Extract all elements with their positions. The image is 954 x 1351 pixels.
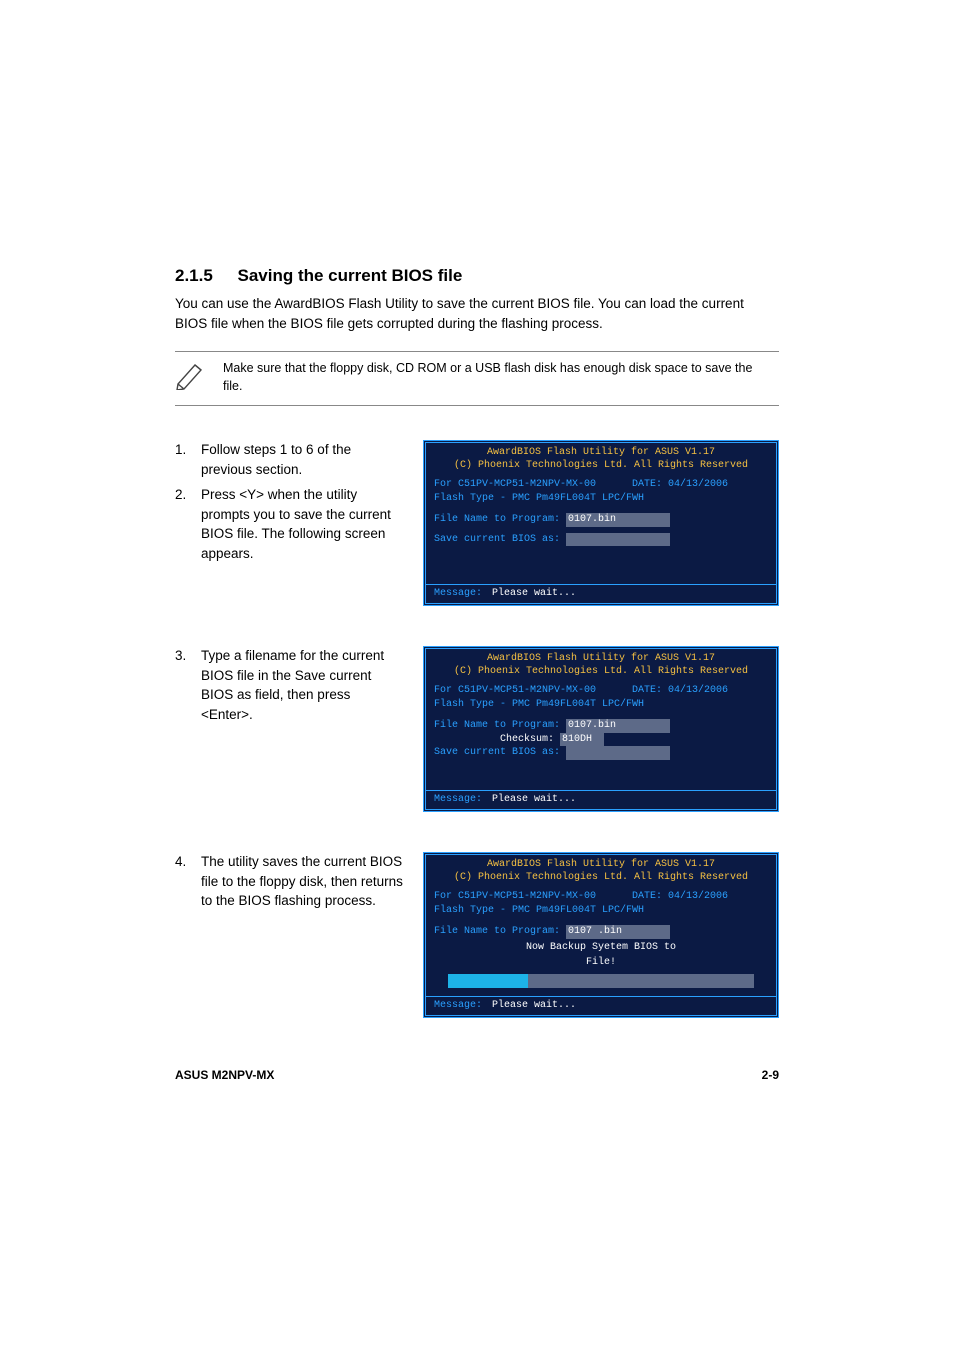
note-text: Make sure that the floppy disk, CD ROM o… [215, 360, 779, 395]
bios-date: DATE: 04/13/2006 [632, 479, 728, 490]
bios-message-label: Message: [434, 1000, 482, 1011]
step-number: 1. [175, 440, 201, 479]
bios-message-label: Message: [434, 588, 482, 599]
bios-date: DATE: 04/13/2006 [632, 891, 728, 902]
bios-save-label: Save current BIOS as: [434, 534, 560, 545]
step-text: Type a filename for the current BIOS fil… [201, 646, 405, 724]
section-title: Saving the current BIOS file [237, 266, 462, 285]
section-heading: 2.1.5 Saving the current BIOS file [175, 260, 779, 288]
step-number: 3. [175, 646, 201, 724]
bios-backup-line2: File! [434, 954, 768, 970]
bios-screen-3: AwardBIOS Flash Utility for ASUS V1.17 (… [423, 852, 779, 1018]
bios-file-label: File Name to Program: [434, 514, 560, 525]
section-number: 2.1.5 [175, 266, 213, 286]
bios-board: For C51PV-MCP51-M2NPV-MX-00 [434, 685, 596, 696]
bios-progress-bar [448, 974, 754, 988]
bios-save-value [566, 533, 670, 547]
bios-file-label: File Name to Program: [434, 720, 560, 731]
bios-flash-type: Flash Type - PMC Pm49FL004T LPC/FWH [434, 698, 768, 712]
step-number: 4. [175, 852, 201, 911]
step-3: 3. Type a filename for the current BIOS … [175, 646, 405, 724]
bios-file-value: 0107 .bin [566, 925, 670, 939]
bios-message-value: Please wait... [488, 794, 576, 805]
bios-flash-type: Flash Type - PMC Pm49FL004T LPC/FWH [434, 492, 768, 506]
bios-progress-fill [448, 974, 528, 988]
step-text: The utility saves the current BIOS file … [201, 852, 405, 911]
bios-save-value [566, 746, 670, 760]
step-4: 4. The utility saves the current BIOS fi… [175, 852, 405, 911]
pencil-icon [175, 360, 215, 390]
bios-screen-2: AwardBIOS Flash Utility for ASUS V1.17 (… [423, 646, 779, 812]
bios-board: For C51PV-MCP51-M2NPV-MX-00 [434, 479, 596, 490]
footer-page-number: 2-9 [762, 1068, 779, 1082]
bios-checksum-value: 810DH [560, 733, 604, 747]
bios-message-label: Message: [434, 794, 482, 805]
step-text: Follow steps 1 to 6 of the previous sect… [201, 440, 405, 479]
step-2: 2. Press <Y> when the utility prompts yo… [175, 485, 405, 563]
bios-save-label: Save current BIOS as: [434, 747, 560, 758]
bios-file-value: 0107.bin [566, 719, 670, 733]
footer-product: ASUS M2NPV-MX [175, 1068, 274, 1082]
bios-header-line2: (C) Phoenix Technologies Ltd. All Rights… [426, 460, 776, 473]
bios-file-value: 0107.bin [566, 513, 670, 527]
bios-checksum-label: Checksum: [500, 734, 554, 745]
bios-header-line1: AwardBIOS Flash Utility for ASUS V1.17 [426, 447, 776, 460]
bios-header-line1: AwardBIOS Flash Utility for ASUS V1.17 [426, 653, 776, 666]
bios-board: For C51PV-MCP51-M2NPV-MX-00 [434, 891, 596, 902]
step-1: 1. Follow steps 1 to 6 of the previous s… [175, 440, 405, 479]
bios-flash-type: Flash Type - PMC Pm49FL004T LPC/FWH [434, 904, 768, 918]
note-block: Make sure that the floppy disk, CD ROM o… [175, 351, 779, 406]
step-number: 2. [175, 485, 201, 563]
page-footer: ASUS M2NPV-MX 2-9 [175, 1068, 779, 1082]
bios-header-line2: (C) Phoenix Technologies Ltd. All Rights… [426, 666, 776, 679]
bios-message-value: Please wait... [488, 588, 576, 599]
bios-date: DATE: 04/13/2006 [632, 685, 728, 696]
bios-message-value: Please wait... [488, 1000, 576, 1011]
bios-header-line2: (C) Phoenix Technologies Ltd. All Rights… [426, 872, 776, 885]
bios-file-label: File Name to Program: [434, 926, 560, 937]
step-text: Press <Y> when the utility prompts you t… [201, 485, 405, 563]
intro-paragraph: You can use the AwardBIOS Flash Utility … [175, 294, 779, 333]
bios-screen-1: AwardBIOS Flash Utility for ASUS V1.17 (… [423, 440, 779, 606]
bios-header-line1: AwardBIOS Flash Utility for ASUS V1.17 [426, 859, 776, 872]
bios-backup-line1: Now Backup Syetem BIOS to [434, 939, 768, 955]
